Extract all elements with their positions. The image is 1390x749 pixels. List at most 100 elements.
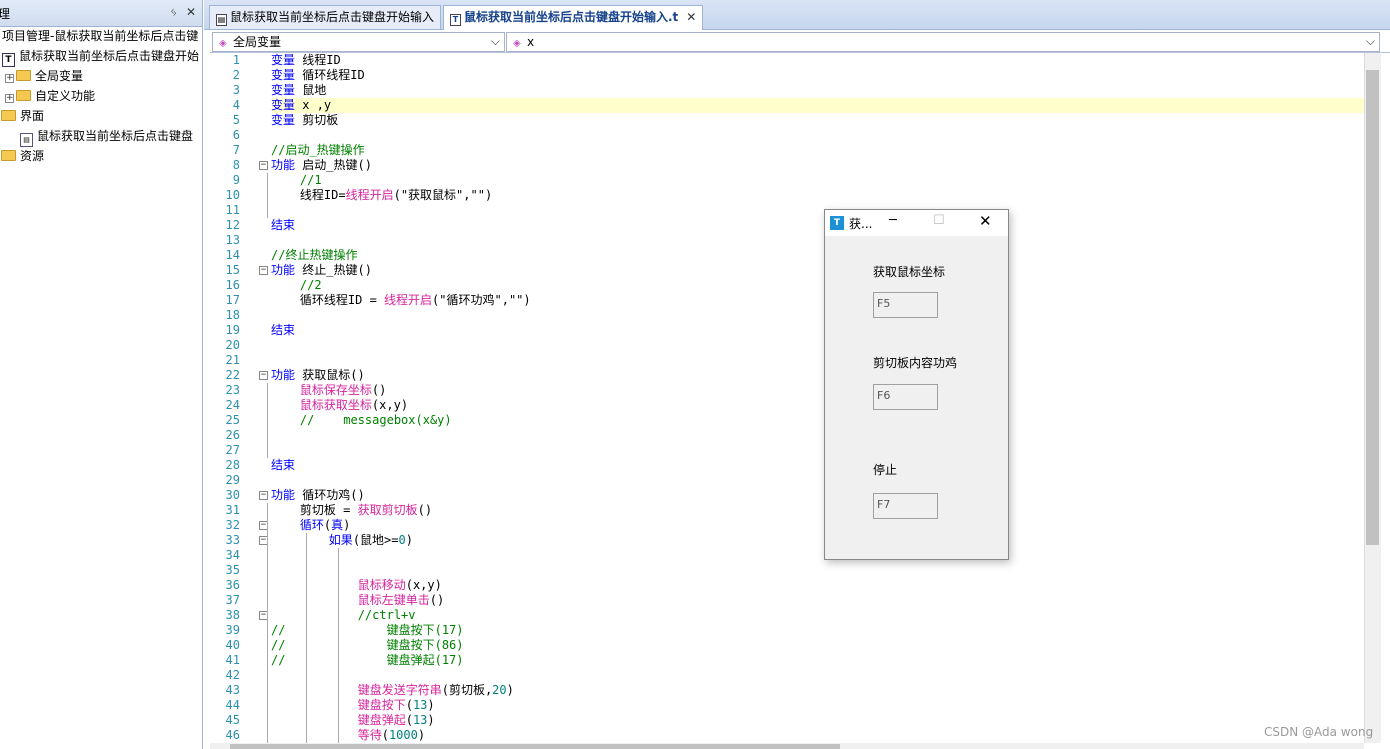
close-button[interactable]: ✕	[979, 212, 992, 230]
code-line[interactable]: 键盘发送字符串(剪切板,20)	[271, 683, 514, 698]
tree-item-interface[interactable]: 界面	[1, 107, 44, 125]
maximize-button[interactable]: ☐	[933, 213, 945, 228]
code-line[interactable]: 变量 线程ID	[271, 53, 341, 68]
code-token: //1	[271, 173, 322, 187]
tree-item-resources[interactable]: 资源	[1, 147, 44, 165]
code-line[interactable]: 鼠标左键单击()	[271, 593, 444, 608]
code-token: //终止热键操作	[271, 248, 358, 262]
code-line[interactable]: 鼠标移动(x,y)	[271, 578, 442, 593]
project-panel-header: 理 ᛃ ✕	[0, 0, 202, 27]
close-panel-icon[interactable]: ✕	[186, 5, 196, 19]
code-editor[interactable]: 1 2 3 4 5 6 7 8 9 10 11 12 13 14 15 16 17 18 19 20 21 22 23 24 2…	[210, 53, 1364, 743]
tab-source[interactable]: T 鼠标获取当前坐标后点击键盘开始输入.t ✕	[443, 5, 704, 30]
hotkey-dialog: T 获... ─ ☐ ✕ 获取鼠标坐标 F5 剪切板内容功鸡 F6 停止 F7	[824, 209, 1009, 560]
tree-item-label: 界面	[20, 109, 45, 123]
code-line[interactable]: 等待(1000)	[271, 728, 425, 743]
tab-close-icon[interactable]: ✕	[686, 10, 696, 24]
code-line[interactable]: 鼠标保存坐标()	[271, 383, 386, 398]
folder-icon	[16, 90, 31, 101]
member-select[interactable]: ◈ x ⌵	[506, 32, 1380, 52]
code-line[interactable]: 线程ID=线程开启("获取鼠标","")	[271, 188, 492, 203]
watermark: CSDN @Ada wong	[1264, 725, 1374, 739]
line-number: 3	[232, 83, 240, 97]
code-token: 鼠标保存坐标	[299, 383, 372, 397]
fold-toggle-icon[interactable]: −	[259, 161, 268, 170]
code-line[interactable]: 变量 鼠地	[271, 83, 326, 98]
tree-item-custom-functions[interactable]: + 自定义功能	[5, 87, 95, 105]
indent-guide	[267, 503, 268, 743]
code-line[interactable]: 如果(鼠地>=0)	[271, 533, 413, 548]
code-line[interactable]: //终止热键操作	[271, 248, 357, 263]
current-line-highlight	[272, 98, 1364, 113]
code-token: ("循环功鸡","")	[432, 293, 531, 307]
code-line[interactable]: 功能 循环功鸡()	[271, 488, 365, 503]
tree-item-global-vars[interactable]: + 全局变量	[5, 67, 83, 85]
code-line[interactable]: 变量 剪切板	[271, 113, 338, 128]
fold-toggle-icon[interactable]: −	[259, 371, 268, 380]
hotkey-input-clipboard[interactable]: F6	[873, 384, 938, 410]
code-line[interactable]: 键盘按下(13)	[271, 698, 435, 713]
code-token: //2	[271, 278, 322, 292]
code-token: )	[343, 518, 351, 532]
code-line[interactable]: 功能 终止_热键()	[271, 263, 372, 278]
pin-icon[interactable]: ᛃ	[170, 5, 177, 19]
scope-select-value: 全局变量	[233, 35, 282, 49]
code-line[interactable]: //1	[271, 173, 322, 188]
code-line[interactable]: 结束	[271, 323, 295, 338]
line-number: 38	[225, 608, 240, 622]
line-number: 45	[225, 713, 240, 727]
code-line[interactable]: //启动_热键操作	[271, 143, 365, 158]
code-line[interactable]: 功能 获取鼠标()	[271, 368, 365, 383]
code-line[interactable]: 循环(真)	[271, 518, 351, 533]
code-line[interactable]: // messagebox(x&y)	[271, 413, 452, 428]
tree-item-form[interactable]: ▤ 鼠标获取当前坐标后点击键盘	[20, 127, 193, 147]
code-line[interactable]: //ctrl+v	[271, 608, 416, 623]
code-token: 功能	[271, 488, 296, 502]
tab-form[interactable]: ▤ 鼠标获取当前坐标后点击键盘开始输入	[209, 5, 442, 29]
code-line[interactable]: // 键盘按下(17)	[271, 623, 464, 638]
fold-toggle-icon[interactable]: −	[259, 491, 268, 500]
tree-item-source-file[interactable]: T 鼠标获取当前坐标后点击键盘开始	[2, 47, 199, 67]
tree-item-project[interactable]: 项目管理-鼠标获取当前坐标后点击键	[2, 27, 198, 45]
minimize-button[interactable]: ─	[889, 213, 897, 228]
expand-icon[interactable]: +	[5, 94, 14, 103]
code-token: 键盘弹起	[357, 713, 406, 727]
code-line[interactable]: 循环线程ID = 线程开启("循环功鸡","")	[271, 293, 531, 308]
code-token: )	[405, 533, 413, 547]
hotkey-input-get-mouse[interactable]: F5	[873, 292, 938, 318]
folder-icon	[16, 70, 31, 81]
code-line[interactable]: //2	[271, 278, 322, 293]
code-line[interactable]: 键盘弹起(13)	[271, 713, 435, 728]
vertical-scroll-thumb[interactable]	[1366, 70, 1379, 545]
line-number: 17	[225, 293, 240, 307]
line-number: 29	[225, 473, 240, 487]
code-token: //启动_热键操作	[271, 143, 365, 157]
horizontal-scroll-thumb[interactable]	[230, 744, 840, 749]
expand-icon[interactable]: +	[5, 74, 14, 83]
code-token: 鼠标移动	[357, 578, 406, 592]
code-line[interactable]: 结束	[271, 458, 295, 473]
variable-icon: ◈	[513, 38, 521, 49]
code-line[interactable]: // 键盘按下(86)	[271, 638, 464, 653]
code-line[interactable]: // 键盘弹起(17)	[271, 653, 464, 668]
line-number: 22	[225, 368, 240, 382]
hotkey-input-stop[interactable]: F7	[873, 493, 938, 519]
fold-toggle-icon[interactable]: −	[259, 266, 268, 275]
dialog-titlebar[interactable]: T 获... ─ ☐ ✕	[825, 210, 1008, 236]
code-line[interactable]: 功能 启动_热键()	[271, 158, 372, 173]
scope-select[interactable]: ◈ 全局变量 ⌵	[212, 32, 505, 52]
line-number: 39	[225, 623, 240, 637]
line-number: 28	[225, 458, 240, 472]
code-line[interactable]: 鼠标获取坐标(x,y)	[271, 398, 408, 413]
line-number: 4	[232, 98, 240, 112]
code-line[interactable]: 结束	[271, 218, 295, 233]
code-line[interactable]: 变量 x ,y	[271, 98, 331, 113]
code-token: (x,y)	[405, 578, 442, 592]
code-line[interactable]: 剪切板 = 获取剪切板()	[271, 503, 432, 518]
code-token: 如果	[328, 533, 353, 547]
code-line[interactable]: 变量 循环线程ID	[271, 68, 365, 83]
line-number: 9	[232, 173, 240, 187]
tree-item-label: 资源	[20, 149, 45, 163]
